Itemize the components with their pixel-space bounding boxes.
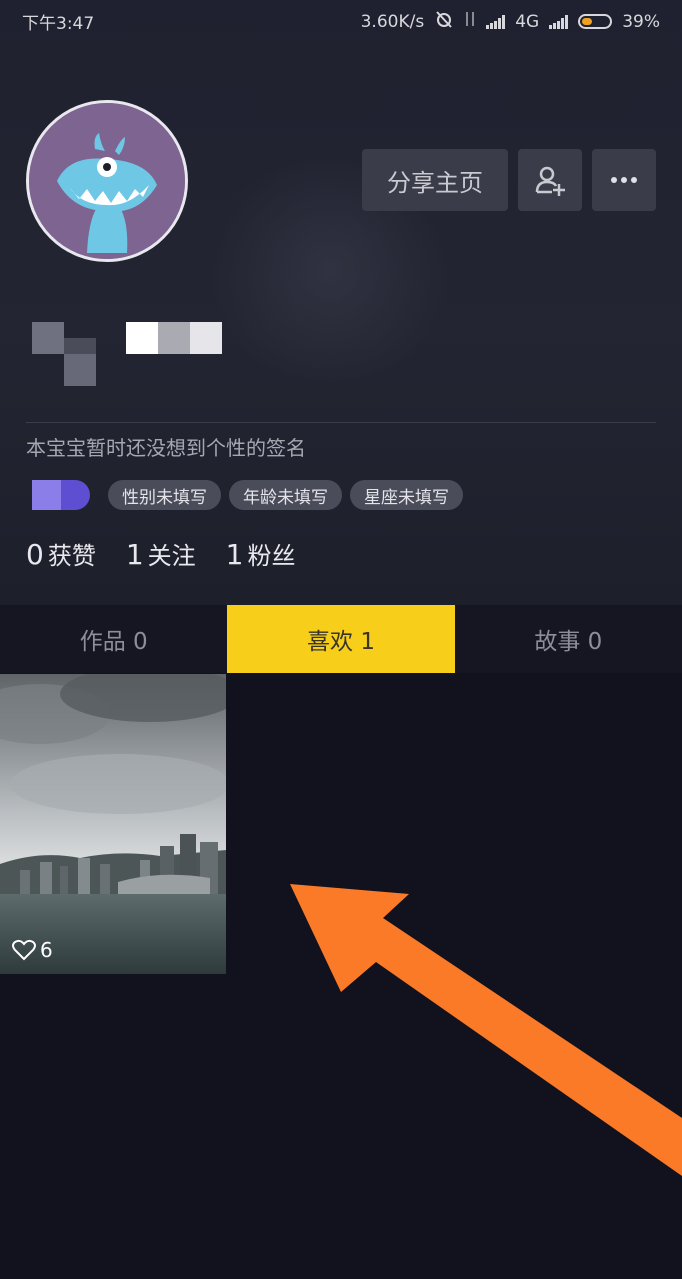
annotation-arrow-icon xyxy=(290,884,682,1176)
